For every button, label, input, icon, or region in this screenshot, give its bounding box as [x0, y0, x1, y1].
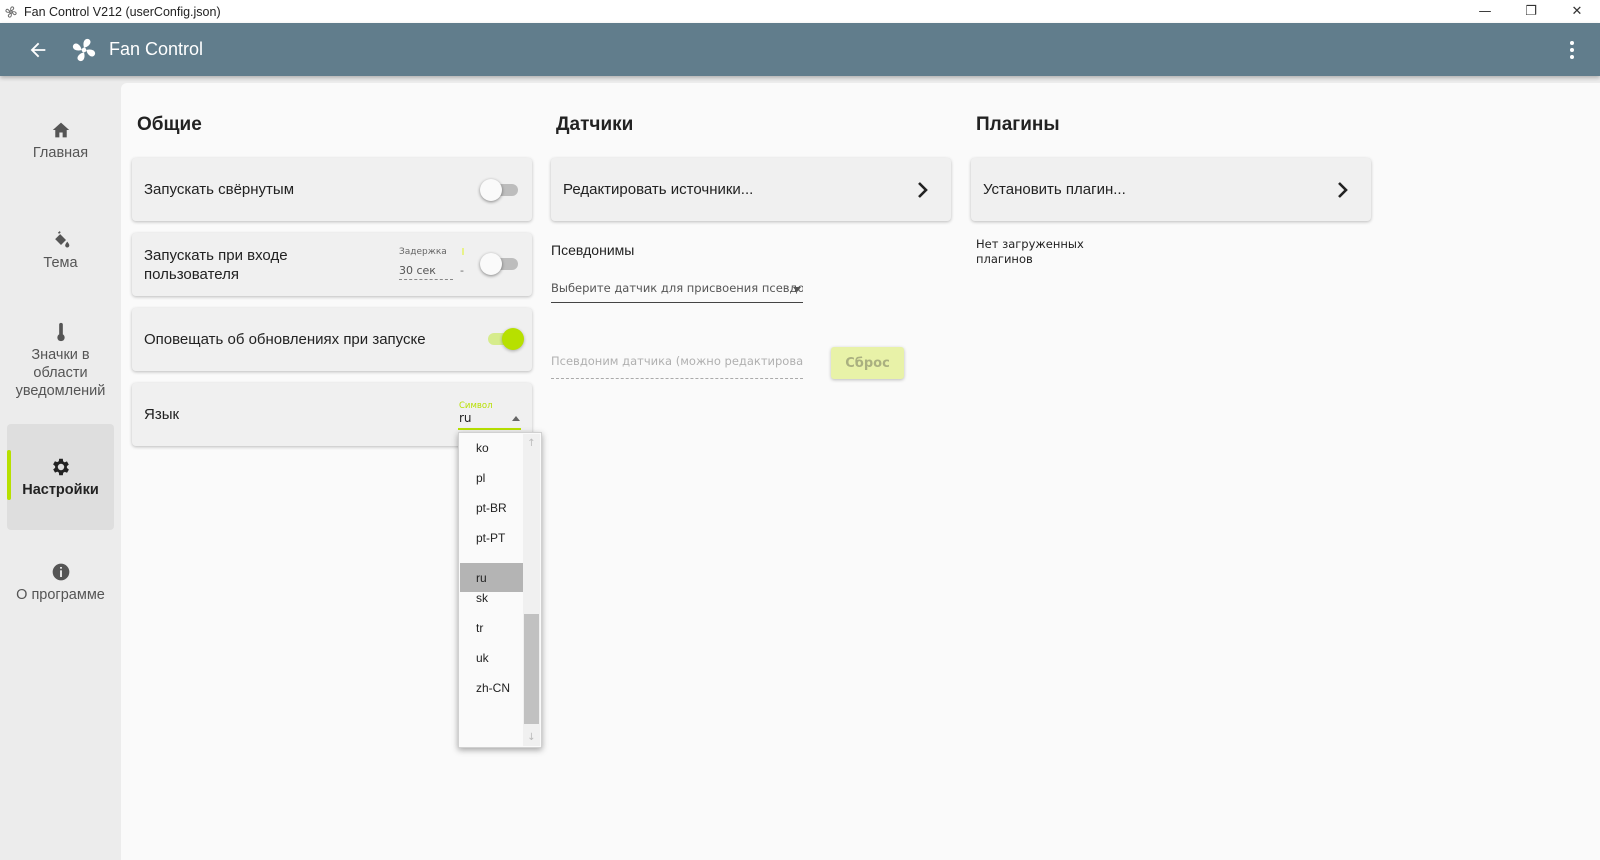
- thermometer-icon: [50, 321, 72, 343]
- check-updates-card[interactable]: Оповещать об обновлениях при запуске: [132, 308, 532, 371]
- scroll-down-icon[interactable]: ↓: [525, 730, 538, 744]
- window-titlebar: Fan Control V212 (userConfig.json) — ❐ ✕: [0, 0, 1600, 23]
- app-title: Fan Control: [109, 39, 204, 59]
- minimize-button[interactable]: —: [1462, 0, 1508, 23]
- no-plugins-text: Нет загруженных плагинов: [976, 237, 1096, 267]
- sidebar-item-settings[interactable]: Настройки: [7, 424, 114, 530]
- language-option[interactable]: tr: [460, 613, 523, 642]
- start-minimized-toggle[interactable]: [480, 178, 520, 202]
- home-icon: [50, 119, 72, 141]
- toggle-thumb: [502, 328, 524, 350]
- info-icon: [50, 561, 72, 583]
- chevron-up-icon[interactable]: [512, 416, 520, 421]
- install-plugin-label: Установить плагин...: [983, 181, 1126, 198]
- check-updates-label: Оповещать об обновлениях при запуске: [144, 331, 426, 348]
- sidebar-item-theme[interactable]: Тема: [7, 222, 114, 278]
- language-select-underline: [458, 428, 521, 430]
- paint-bucket-icon: [50, 229, 72, 251]
- start-with-login-card[interactable]: Запускать при входе пользователя Задержк…: [132, 233, 532, 296]
- section-title-plugins: Плагины: [976, 114, 1060, 135]
- language-option[interactable]: pt-BR: [460, 493, 523, 522]
- chevron-right-icon: [1335, 180, 1351, 200]
- language-option[interactable]: pl: [460, 463, 523, 492]
- language-option[interactable]: zh-CN: [460, 673, 523, 702]
- fan-icon: [69, 35, 99, 65]
- toggle-thumb: [480, 253, 502, 275]
- sensor-select[interactable]: Выберите датчик для присвоения псевдо: [551, 281, 803, 303]
- sidebar-item-label: Тема: [43, 254, 78, 271]
- language-option[interactable]: uk: [460, 643, 523, 672]
- window-controls: — ❐ ✕: [1462, 0, 1600, 23]
- back-button[interactable]: [21, 33, 55, 67]
- fan-icon: [4, 5, 18, 19]
- dropdown-scrollbar[interactable]: ↑ ↓: [523, 434, 540, 746]
- more-menu-button[interactable]: [1560, 36, 1584, 64]
- gear-icon: [50, 456, 72, 478]
- start-with-login-label-line2: пользователя: [144, 265, 239, 283]
- sidebar: Главная Тема Значки в области уведомлени…: [0, 76, 120, 860]
- section-title-sensors: Датчики: [556, 114, 634, 135]
- start-minimized-card[interactable]: Запускать свёрнутым: [132, 158, 532, 221]
- scrollbar-thumb[interactable]: [524, 614, 539, 724]
- window-title: Fan Control V212 (userConfig.json): [24, 4, 221, 19]
- close-button[interactable]: ✕: [1554, 0, 1600, 23]
- sidebar-item-label: Главная: [32, 144, 89, 161]
- language-option[interactable]: sk: [460, 583, 523, 612]
- start-minimized-label: Запускать свёрнутым: [144, 181, 295, 198]
- edit-sources-label: Редактировать источники...: [563, 181, 754, 198]
- language-select-value[interactable]: ru: [459, 411, 472, 425]
- sidebar-item-home[interactable]: Главная: [7, 112, 114, 168]
- language-option[interactable]: pt-PT: [460, 523, 523, 552]
- toggle-thumb: [480, 179, 502, 201]
- start-with-login-toggle[interactable]: [480, 252, 520, 276]
- alias-input[interactable]: Псевдоним датчика (можно редактировать): [551, 352, 803, 379]
- chevron-right-icon: [915, 180, 931, 200]
- sidebar-item-label: О программе: [16, 586, 105, 603]
- no-plugins-line2: плагинов: [976, 252, 1033, 266]
- delay-input[interactable]: 30 сек: [399, 264, 453, 280]
- sidebar-item-label: Значки в области уведомлений: [15, 346, 106, 399]
- language-option[interactable]: ko: [460, 433, 523, 462]
- sidebar-item-tray-icons[interactable]: Значки в области уведомлений: [7, 316, 114, 404]
- scroll-up-icon[interactable]: ↑: [525, 436, 538, 450]
- sensor-select-placeholder: Выберите датчик для присвоения псевдо: [551, 281, 803, 295]
- chevron-down-icon: [793, 287, 801, 292]
- section-title-general: Общие: [137, 114, 202, 135]
- install-plugin-button[interactable]: Установить плагин...: [971, 158, 1371, 221]
- language-caption: Символ: [459, 401, 493, 411]
- check-updates-toggle[interactable]: [484, 327, 524, 351]
- aliases-label: Псевдонимы: [551, 242, 635, 258]
- reset-button[interactable]: Сброс: [831, 347, 904, 379]
- delay-indicator: [462, 248, 464, 255]
- no-plugins-line1: Нет загруженных: [976, 237, 1084, 251]
- start-with-login-label: Запускать при входе пользователя: [144, 246, 288, 284]
- language-dropdown: ko pl pt-BR pt-PT ru sk tr uk zh-CN ↑ ↓: [458, 432, 542, 748]
- active-indicator: [7, 450, 11, 500]
- language-label: Язык: [144, 406, 180, 423]
- edit-sources-button[interactable]: Редактировать источники...: [551, 158, 951, 221]
- sidebar-item-label: Настройки: [22, 481, 99, 498]
- delay-dash: -: [460, 264, 464, 277]
- delay-caption: Задержка: [399, 247, 447, 257]
- arrow-left-icon: [30, 42, 46, 57]
- restore-button[interactable]: ❐: [1508, 0, 1554, 23]
- start-with-login-label-line1: Запускать при входе: [144, 246, 288, 264]
- more-vertical-icon: [1570, 41, 1574, 59]
- app-bar: Fan Control: [0, 23, 1600, 76]
- sidebar-item-about[interactable]: О программе: [7, 554, 114, 610]
